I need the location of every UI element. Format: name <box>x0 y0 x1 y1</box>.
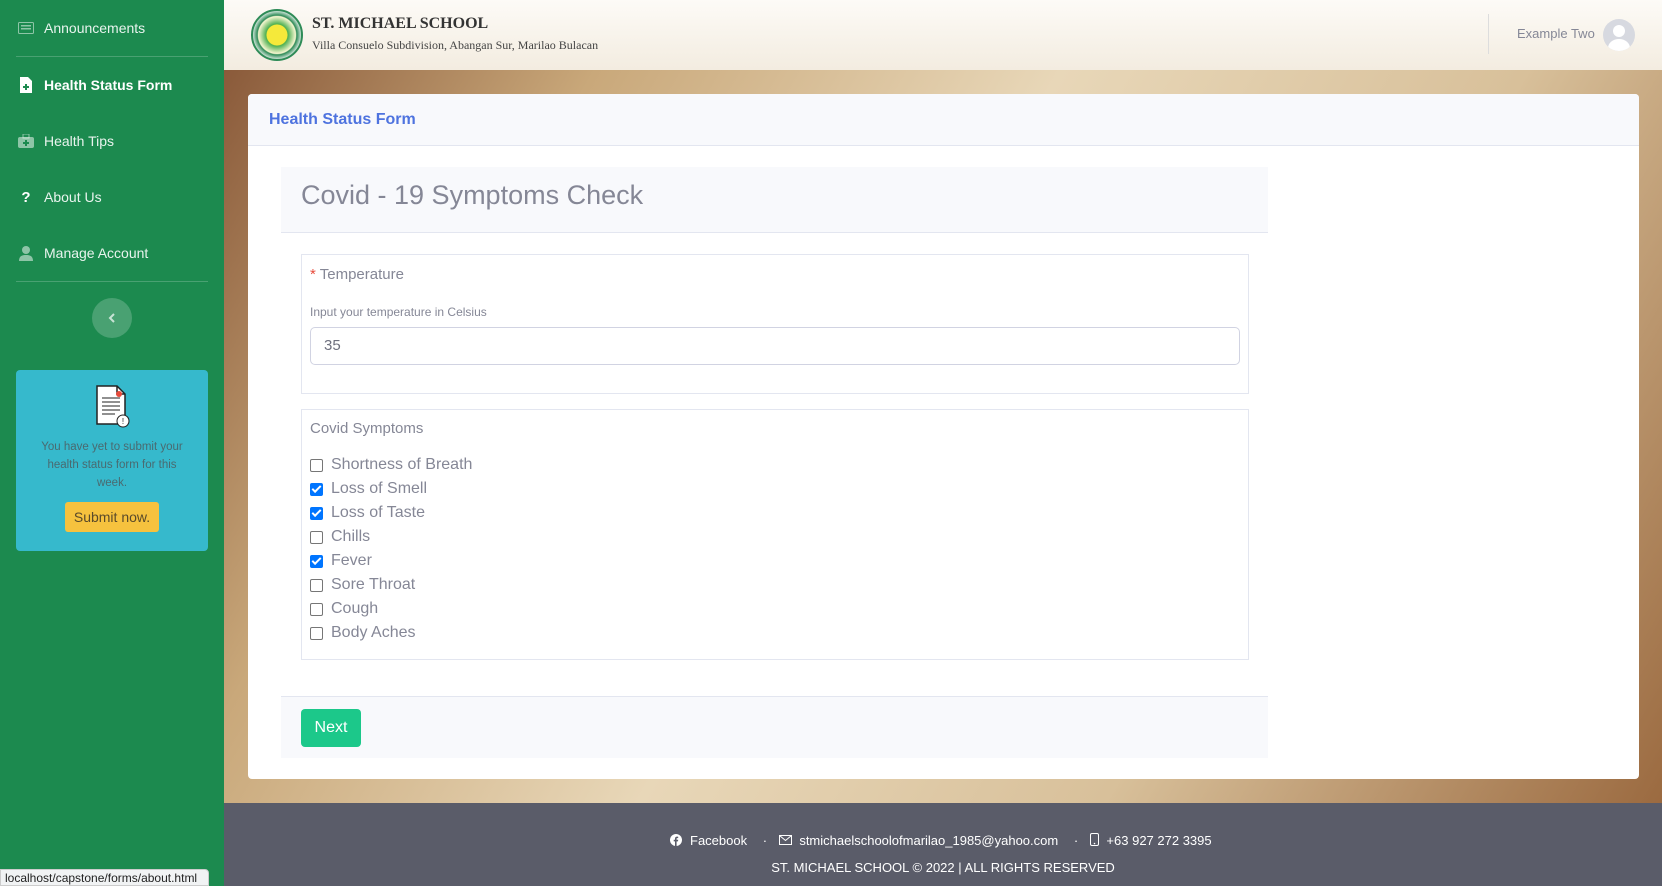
temperature-label: * Temperature <box>310 266 1240 283</box>
sidebar: Announcements Health Status Form Health … <box>0 0 224 886</box>
avatar[interactable] <box>1603 19 1635 51</box>
symptom-checkbox[interactable] <box>310 458 323 472</box>
symptom-option[interactable]: Cough <box>310 597 1240 621</box>
email-link[interactable]: stmichaelschoolofmarilao_1985@yahoo.com <box>778 833 1066 848</box>
phone-icon <box>1089 833 1099 846</box>
sidebar-toggle-button[interactable] <box>92 298 132 338</box>
facebook-link[interactable]: Facebook <box>670 833 754 848</box>
phone-info: +63 927 272 3395 <box>1089 833 1216 848</box>
form-footer: Next <box>281 696 1268 758</box>
symptom-checkbox[interactable] <box>310 554 323 568</box>
symptom-label: Cough <box>331 600 379 617</box>
sidebar-item-label: Manage Account <box>44 245 149 261</box>
card-title: Health Status Form <box>248 94 1639 146</box>
sidebar-divider <box>16 281 208 282</box>
chevron-left-icon <box>108 310 116 326</box>
temperature-hint: Input your temperature in Celsius <box>310 305 487 319</box>
symptom-checkbox[interactable] <box>310 602 323 616</box>
topbar-divider <box>1488 14 1489 54</box>
sidebar-item-about-us[interactable]: ? About Us <box>0 169 224 225</box>
copyright: ST. MICHAEL SCHOOL © 2022 | ALL RIGHTS R… <box>771 860 1115 875</box>
temperature-label-text: Temperature <box>319 266 404 283</box>
symptom-option[interactable]: Fever <box>310 549 1240 573</box>
submit-now-button[interactable]: Submit now. <box>64 502 160 532</box>
school-logo <box>251 9 303 61</box>
medkit-icon <box>18 133 34 149</box>
sidebar-item-announcements[interactable]: Announcements <box>0 0 224 56</box>
browser-status-url: localhost/capstone/forms/about.html <box>0 869 209 886</box>
question-icon: ? <box>21 188 31 206</box>
form-title: Covid - 19 Symptoms Check <box>281 167 1268 233</box>
symptom-option[interactable]: Loss of Smell <box>310 477 1240 501</box>
symptom-option[interactable]: Chills <box>310 525 1240 549</box>
sidebar-item-label: About Us <box>44 189 102 205</box>
file-medical-icon <box>18 77 34 93</box>
reminder-text: You have yet to submit your health statu… <box>41 441 183 489</box>
symptom-option[interactable]: Sore Throat <box>310 573 1240 597</box>
sidebar-item-label: Announcements <box>44 20 146 36</box>
symptoms-list: Shortness of Breath Loss of Smell Loss o… <box>310 453 1240 645</box>
school-name: ST. MICHAEL SCHOOL <box>312 15 489 32</box>
svg-text:!: ! <box>122 417 124 426</box>
next-button[interactable]: Next <box>301 709 361 747</box>
sidebar-item-manage-account[interactable]: Manage Account <box>0 225 224 281</box>
footer-separator: · <box>1073 833 1079 848</box>
symptom-label: Fever <box>331 552 372 569</box>
document-alert-icon: ! <box>93 384 131 428</box>
symptom-option[interactable]: Shortness of Breath <box>310 453 1240 477</box>
sidebar-item-label: Health Status Form <box>44 77 173 93</box>
symptom-label: Sore Throat <box>331 576 416 593</box>
sidebar-item-health-status-form[interactable]: Health Status Form <box>0 57 224 113</box>
symptom-checkbox[interactable] <box>310 482 323 496</box>
symptom-checkbox[interactable] <box>310 530 323 544</box>
facebook-icon <box>670 834 683 846</box>
page-footer: Facebook · stmichaelschoolofmarilao_1985… <box>224 803 1662 886</box>
symptom-label: Shortness of Breath <box>331 456 473 473</box>
symptom-checkbox[interactable] <box>310 578 323 592</box>
phone-label: +63 927 272 3395 <box>1106 833 1212 848</box>
facebook-label: Facebook <box>690 833 748 848</box>
symptom-label: Body Aches <box>331 624 416 641</box>
required-mark: * <box>310 266 316 283</box>
user-icon <box>18 245 34 261</box>
temperature-input[interactable]: 35 <box>310 327 1240 365</box>
symptom-checkbox[interactable] <box>310 506 323 520</box>
symptom-option[interactable]: Loss of Taste <box>310 501 1240 525</box>
symptom-checkbox[interactable] <box>310 626 323 640</box>
temperature-section: * Temperature Input your temperature in … <box>301 254 1249 394</box>
footer-links: Facebook · stmichaelschoolofmarilao_1985… <box>224 833 1662 848</box>
symptom-label: Loss of Smell <box>331 480 428 497</box>
symptoms-label: Covid Symptoms <box>310 420 424 437</box>
main-card: Health Status Form Covid - 19 Symptoms C… <box>248 94 1639 779</box>
symptom-option[interactable]: Body Aches <box>310 621 1240 645</box>
symptoms-section: Covid Symptoms Shortness of Breath Loss … <box>301 409 1249 660</box>
sidebar-item-label: Health Tips <box>44 133 115 149</box>
footer-separator: · <box>762 833 768 848</box>
school-address: Villa Consuelo Subdivision, Abangan Sur,… <box>312 38 599 52</box>
symptom-label: Loss of Taste <box>331 504 425 521</box>
newspaper-icon <box>18 20 34 36</box>
topbar: ST. MICHAEL SCHOOL Villa Consuelo Subdiv… <box>224 0 1662 70</box>
symptom-label: Chills <box>331 528 371 545</box>
envelope-icon <box>778 835 792 845</box>
submission-reminder-card: ! You have yet to submit your health sta… <box>16 370 208 551</box>
user-name[interactable]: Example Two <box>1517 26 1595 41</box>
email-label: stmichaelschoolofmarilao_1985@yahoo.com <box>799 833 1059 848</box>
sidebar-item-health-tips[interactable]: Health Tips <box>0 113 224 169</box>
